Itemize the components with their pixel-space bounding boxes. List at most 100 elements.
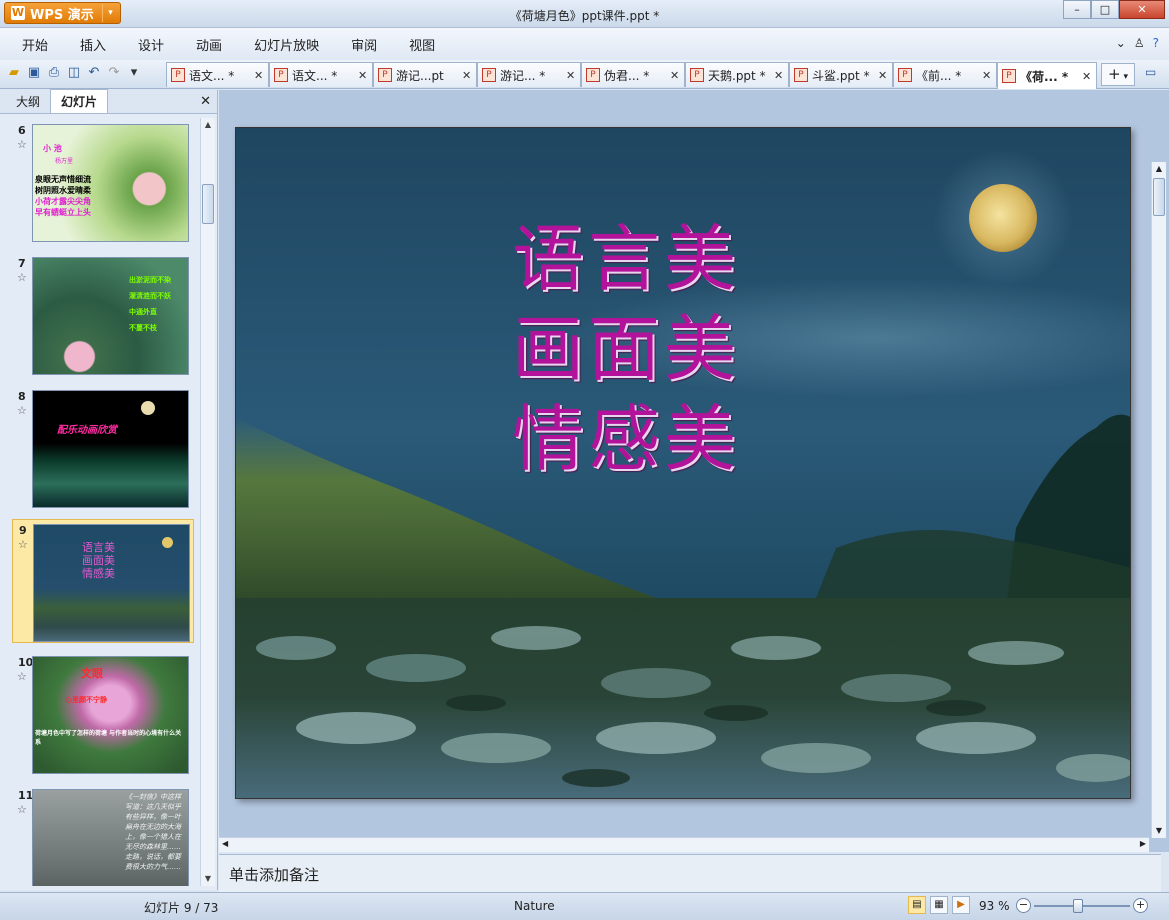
slide-canvas[interactable]: 语言美 画面美 情感美 [235, 127, 1131, 799]
close-tab-icon[interactable]: ✕ [670, 69, 680, 82]
zoom-in-button[interactable]: + [1133, 898, 1148, 913]
tab-slides[interactable]: 幻灯片 [50, 89, 109, 113]
moon-icon [162, 537, 173, 548]
menu-insert[interactable]: 插入 [68, 35, 118, 54]
doc-tab-active[interactable]: P 《荷... * ✕ [997, 62, 1097, 89]
notes-placeholder: 单击添加备注 [229, 866, 320, 884]
tab-outline[interactable]: 大纲 [6, 90, 50, 113]
thumbnail-text: 泉眼无声惜细流 [35, 175, 91, 184]
thumbnail-list: 6 ☆ 小 池 杨万里 泉眼无声惜细流 树阴照水爱晴柔 小荷才露尖尖角 早有蜻蜓… [0, 116, 198, 886]
scroll-up-icon[interactable]: ▲ [201, 118, 215, 132]
slide-thumbnail-6[interactable]: 6 ☆ 小 池 杨万里 泉眼无声惜细流 树阴照水爱晴柔 小荷才露尖尖角 早有蜻蜓… [0, 120, 198, 244]
slide-counter: 幻灯片 9 / 73 [144, 901, 219, 915]
notes-pane[interactable]: 单击添加备注 [219, 854, 1161, 892]
slide-sorter-icon[interactable]: ▦ [930, 896, 948, 914]
menu-slideshow[interactable]: 幻灯片放映 [242, 35, 331, 54]
menu-view[interactable]: 视图 [397, 35, 447, 54]
thumbnail-scrollbar[interactable]: ▲ ▼ [200, 118, 215, 886]
close-tab-icon[interactable]: ✕ [566, 69, 576, 82]
print-preview-icon[interactable]: ◫ [66, 64, 82, 82]
new-tab-button[interactable]: + ▾ [1101, 63, 1135, 86]
slide-thumbnail-7[interactable]: 7 ☆ 出淤泥而不染 濯清涟而不妖 中通外直 不蔓不枝 [0, 253, 198, 377]
slide-number: 9 [19, 524, 27, 537]
ppt-file-icon: P [898, 68, 912, 82]
scroll-thumb[interactable] [202, 184, 214, 224]
thumbnail-text: 荷塘月色中写了怎样的荷塘 与作者当时的心境有什么关系 [35, 730, 182, 746]
star-icon: ☆ [17, 404, 27, 417]
maximize-button[interactable]: □ [1091, 0, 1119, 19]
editor-vertical-scrollbar[interactable]: ▲ ▼ [1151, 162, 1166, 838]
doc-tab[interactable]: P 天鹅.ppt * ✕ [685, 62, 789, 87]
print-icon[interactable]: ⎙ [46, 64, 62, 82]
star-icon: ☆ [17, 271, 27, 284]
help-icon[interactable]: ? [1153, 36, 1159, 50]
thumbnail-image[interactable]: 小 池 杨万里 泉眼无声惜细流 树阴照水爱晴柔 小荷才露尖尖角 早有蜻蜓立上头 [32, 124, 189, 242]
slideshow-icon[interactable]: ▶ [952, 896, 970, 914]
status-bar: 幻灯片 9 / 73 Nature ▤ ▦ ▶ 93 % − + [0, 892, 1169, 920]
close-tab-icon[interactable]: ✕ [878, 69, 888, 82]
slide-text-line: 画面美 [512, 307, 741, 391]
scroll-right-icon[interactable]: ▶ [1140, 839, 1146, 848]
slide-thumbnail-9[interactable]: 9 ☆ 语言美 画面美 情感美 [12, 519, 194, 643]
zoom-level: 93 % [979, 899, 1010, 913]
menu-design[interactable]: 设计 [126, 35, 176, 54]
slide-text-box[interactable]: 语言美 画面美 情感美 [512, 214, 740, 484]
ppt-file-icon: P [274, 68, 288, 82]
thumbnail-image[interactable]: 《一封信》中这样写道：这几天似乎有些异样，像一叶扁舟在无边的大海上，像一个猎人在… [32, 789, 189, 886]
doc-tab[interactable]: P 《前... * ✕ [893, 62, 997, 87]
doc-tab[interactable]: P 伪君... * ✕ [581, 62, 685, 87]
thumbnail-text: 《一封信》中这样写道：这几天似乎有些异样，像一叶扁舟在无边的大海上，像一个猎人在… [125, 793, 181, 871]
chevron-down-icon[interactable]: ⌄ [1116, 36, 1126, 50]
star-icon: ☆ [17, 670, 27, 683]
save-icon[interactable]: ▣ [26, 64, 42, 82]
close-button[interactable]: ✕ [1119, 0, 1165, 19]
doc-tab[interactable]: P 游记...pt ✕ [373, 62, 477, 87]
tab-list-icon[interactable]: ▭ [1145, 65, 1163, 83]
thumbnail-text: 早有蜻蜓立上头 [35, 208, 91, 217]
doc-tab[interactable]: P 语文... * ✕ [269, 62, 373, 87]
menu-review[interactable]: 审阅 [339, 35, 389, 54]
scroll-up-icon[interactable]: ▲ [1152, 162, 1166, 176]
scroll-down-icon[interactable]: ▼ [201, 872, 215, 886]
close-tab-icon[interactable]: ✕ [254, 69, 264, 82]
customize-toolbar-icon[interactable]: ▾ [126, 64, 142, 82]
slide-number: 6 [18, 124, 26, 137]
editor-horizontal-scrollbar[interactable]: ◀ ▶ [219, 837, 1149, 852]
slide-thumbnail-11[interactable]: 11 ☆ 《一封信》中这样写道：这几天似乎有些异样，像一叶扁舟在无边的大海上，像… [0, 785, 198, 886]
doc-tab[interactable]: P 语文... * ✕ [166, 62, 269, 87]
close-tab-icon[interactable]: ✕ [358, 69, 368, 82]
scroll-down-icon[interactable]: ▼ [1152, 824, 1166, 838]
zoom-out-button[interactable]: − [1016, 898, 1031, 913]
close-tab-icon[interactable]: ✕ [1082, 70, 1092, 83]
scroll-thumb[interactable] [1153, 178, 1165, 216]
open-folder-icon[interactable]: ▰ [6, 64, 22, 82]
moon-icon [141, 401, 155, 415]
undo-icon[interactable]: ↶ [86, 64, 102, 82]
menu-home[interactable]: 开始 [10, 35, 60, 54]
document-tab-bar: ▰ ▣ ⎙ ◫ ↶ ↷ ▾ P 语文... * ✕ P 语文... * ✕ P 游记...… [0, 60, 1169, 89]
normal-view-icon[interactable]: ▤ [908, 896, 926, 914]
redo-icon[interactable]: ↷ [106, 64, 122, 82]
thumbnail-image[interactable]: 出淤泥而不染 濯清涟而不妖 中通外直 不蔓不枝 [32, 257, 189, 375]
minimize-button[interactable]: – [1063, 0, 1091, 19]
shirt-icon[interactable]: ♙ [1134, 36, 1145, 50]
thumbnail-text: 语言美 [82, 541, 115, 554]
menu-animation[interactable]: 动画 [184, 35, 234, 54]
doc-tab[interactable]: P 游记... * ✕ [477, 62, 581, 87]
close-tab-icon[interactable]: ✕ [462, 69, 472, 82]
zoom-slider-handle[interactable] [1073, 899, 1083, 913]
thumbnail-image[interactable]: 配乐动画欣赏 [32, 390, 189, 508]
scroll-left-icon[interactable]: ◀ [222, 839, 228, 848]
thumbnail-text: 出淤泥而不染 [129, 276, 171, 284]
slide-thumbnail-8[interactable]: 8 ☆ 配乐动画欣赏 [0, 386, 198, 510]
slide-editor: 语言美 画面美 情感美 ▲ ▼ ◀ ▶ [219, 90, 1169, 852]
thumbnail-text: 小 池 [43, 144, 62, 153]
thumbnail-image[interactable]: 语言美 画面美 情感美 [33, 524, 190, 642]
doc-tab[interactable]: P 斗鲨.ppt * ✕ [789, 62, 893, 87]
close-tab-icon[interactable]: ✕ [982, 69, 992, 82]
close-tab-icon[interactable]: ✕ [774, 69, 784, 82]
thumbnail-image[interactable]: 文眼 心里颇不宁静 荷塘月色中写了怎样的荷塘 与作者当时的心境有什么关系 [32, 656, 189, 774]
close-panel-icon[interactable]: ✕ [200, 94, 211, 109]
slide-thumbnail-10[interactable]: 10 ☆ 文眼 心里颇不宁静 荷塘月色中写了怎样的荷塘 与作者当时的心境有什么关… [0, 652, 198, 776]
slide-text-line: 情感美 [512, 397, 741, 481]
